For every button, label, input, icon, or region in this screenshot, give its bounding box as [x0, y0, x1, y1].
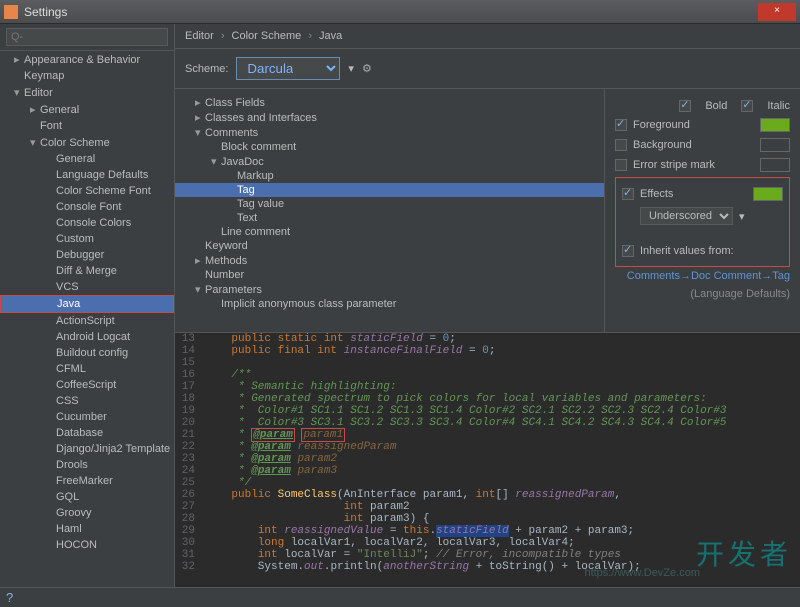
sidebar-item-freemarker[interactable]: FreeMarker — [0, 473, 174, 489]
attr-item-class-fields[interactable]: ▸Class Fields — [175, 95, 604, 110]
effects-swatch[interactable] — [753, 187, 783, 201]
sidebar-item-haml[interactable]: Haml — [0, 521, 174, 537]
sidebar-item-general[interactable]: ▸General — [0, 101, 174, 118]
sidebar-item-drools[interactable]: Drools — [0, 457, 174, 473]
attr-item-comments[interactable]: ▾Comments — [175, 125, 604, 140]
titlebar: Settings × — [0, 0, 800, 24]
foreground-swatch[interactable] — [760, 118, 790, 132]
code-preview[interactable]: 13 public static int staticField = 0;14 … — [175, 332, 800, 587]
sidebar-item-hocon[interactable]: HOCON — [0, 537, 174, 553]
effects-label: Effects — [640, 188, 673, 200]
search-input[interactable] — [6, 28, 168, 46]
errorstripe-checkbox[interactable] — [615, 159, 627, 171]
close-button[interactable]: × — [758, 3, 796, 21]
sidebar-item-buildout-config[interactable]: Buildout config — [0, 345, 174, 361]
properties-panel: Bold Italic Foreground Background Error … — [605, 89, 800, 332]
sidebar-item-font[interactable]: Font — [0, 118, 174, 134]
sidebar-item-gql[interactable]: GQL — [0, 489, 174, 505]
gear-icon[interactable]: ⚙ — [362, 62, 372, 75]
foreground-label: Foreground — [633, 119, 690, 131]
crumb-color-scheme[interactable]: Color Scheme — [232, 30, 302, 42]
sidebar-item-cucumber[interactable]: Cucumber — [0, 409, 174, 425]
attr-item-markup[interactable]: Markup — [175, 169, 604, 183]
attr-item-keyword[interactable]: Keyword — [175, 239, 604, 253]
settings-tree[interactable]: ▸Appearance & Behavior Keymap▾Editor▸Gen… — [0, 51, 174, 587]
inherit-link[interactable]: Comments→Doc Comment→Tag — [627, 270, 790, 282]
help-icon[interactable]: ? — [6, 590, 13, 605]
chevron-right-icon: › — [304, 30, 316, 42]
attr-item-implicit-anonymous-class-parameter[interactable]: Implicit anonymous class parameter — [175, 297, 604, 311]
sidebar-item-database[interactable]: Database — [0, 425, 174, 441]
sidebar-item-general[interactable]: General — [0, 151, 174, 167]
sidebar-item-coffeescript[interactable]: CoffeeScript — [0, 377, 174, 393]
search-box — [0, 24, 174, 51]
attr-item-classes-and-interfaces[interactable]: ▸Classes and Interfaces — [175, 110, 604, 125]
attr-item-line-comment[interactable]: Line comment — [175, 225, 604, 239]
sidebar-item-language-defaults[interactable]: Language Defaults — [0, 167, 174, 183]
attr-item-parameters[interactable]: ▾Parameters — [175, 282, 604, 297]
errorstripe-swatch[interactable] — [760, 158, 790, 172]
sidebar-item-groovy[interactable]: Groovy — [0, 505, 174, 521]
sidebar-item-custom[interactable]: Custom — [0, 231, 174, 247]
sidebar-item-actionscript[interactable]: ActionScript — [0, 313, 174, 329]
main-panel: Editor › Color Scheme › Java Scheme: Dar… — [175, 24, 800, 587]
sidebar-item-diff-merge[interactable]: Diff & Merge — [0, 263, 174, 279]
crumb-editor[interactable]: Editor — [185, 30, 214, 42]
inherit-label: Inherit values from: — [640, 245, 734, 257]
inherit-sub: (Language Defaults) — [690, 288, 790, 300]
italic-checkbox[interactable] — [741, 100, 753, 112]
breadcrumb: Editor › Color Scheme › Java — [175, 24, 800, 49]
dropdown-icon[interactable]: ▾ — [348, 62, 354, 75]
footer: ? — [0, 587, 800, 607]
scheme-label: Scheme: — [185, 63, 228, 75]
effects-type-select[interactable]: Underscored — [640, 207, 733, 225]
app-icon — [4, 5, 18, 19]
sidebar-item-console-colors[interactable]: Console Colors — [0, 215, 174, 231]
foreground-checkbox[interactable] — [615, 119, 627, 131]
attr-item-number[interactable]: Number — [175, 268, 604, 282]
inherit-checkbox[interactable] — [622, 245, 634, 257]
scheme-row: Scheme: Darcula ▾ ⚙ — [175, 49, 800, 89]
sidebar-item-debugger[interactable]: Debugger — [0, 247, 174, 263]
sidebar-item-django-jinja2-template[interactable]: Django/Jinja2 Template — [0, 441, 174, 457]
sidebar-item-vcs[interactable]: VCS — [0, 279, 174, 295]
bold-label: Bold — [705, 100, 727, 112]
sidebar-item-console-font[interactable]: Console Font — [0, 199, 174, 215]
sidebar-item-appearance-behavior[interactable]: ▸Appearance & Behavior — [0, 51, 174, 68]
chevron-right-icon: › — [217, 30, 229, 42]
attr-item-block-comment[interactable]: Block comment — [175, 140, 604, 154]
sidebar-item-cfml[interactable]: CFML — [0, 361, 174, 377]
sidebar-item-editor[interactable]: ▾Editor — [0, 84, 174, 101]
chevron-down-icon: ▾ — [739, 210, 745, 223]
sidebar-item-color-scheme[interactable]: ▾Color Scheme — [0, 134, 174, 151]
attributes-tree[interactable]: ▸Class Fields▸Classes and Interfaces▾Com… — [175, 89, 605, 332]
sidebar-item-android-logcat[interactable]: Android Logcat — [0, 329, 174, 345]
effects-checkbox[interactable] — [622, 188, 634, 200]
attr-item-tag[interactable]: Tag — [175, 183, 604, 197]
sidebar-item-color-scheme-font[interactable]: Color Scheme Font — [0, 183, 174, 199]
scheme-select[interactable]: Darcula — [236, 57, 340, 80]
attr-item-methods[interactable]: ▸Methods — [175, 253, 604, 268]
bold-checkbox[interactable] — [679, 100, 691, 112]
italic-label: Italic — [767, 100, 790, 112]
crumb-java: Java — [319, 30, 342, 42]
background-label: Background — [633, 139, 692, 151]
sidebar: ▸Appearance & Behavior Keymap▾Editor▸Gen… — [0, 24, 175, 587]
attr-item-text[interactable]: Text — [175, 211, 604, 225]
window-title: Settings — [24, 5, 67, 19]
background-swatch[interactable] — [760, 138, 790, 152]
errorstripe-label: Error stripe mark — [633, 159, 715, 171]
attr-item-javadoc[interactable]: ▾JavaDoc — [175, 154, 604, 169]
background-checkbox[interactable] — [615, 139, 627, 151]
sidebar-item-java[interactable]: Java — [0, 295, 174, 313]
sidebar-item-css[interactable]: CSS — [0, 393, 174, 409]
attr-item-tag-value[interactable]: Tag value — [175, 197, 604, 211]
sidebar-item-keymap[interactable]: Keymap — [0, 68, 174, 84]
